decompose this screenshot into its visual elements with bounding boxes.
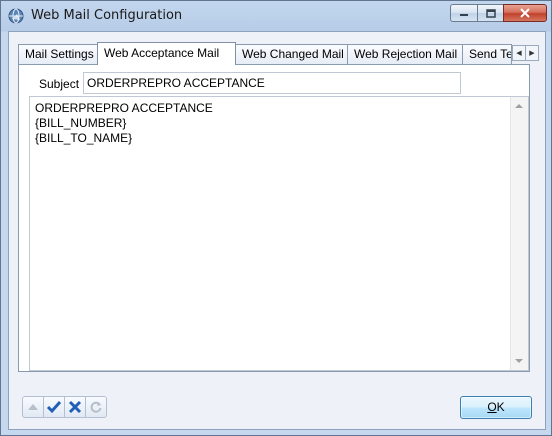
close-icon [520, 8, 530, 18]
accept-button[interactable] [43, 396, 65, 418]
record-toolbar [22, 396, 107, 418]
scroll-down-icon[interactable] [515, 359, 523, 363]
tab-strip: Mail Settings Web Acceptance Mail Web Ch… [18, 42, 539, 65]
arrow-left-icon: ◀ [516, 50, 522, 57]
minimize-button[interactable] [450, 4, 477, 22]
minimize-icon [460, 14, 468, 16]
subject-input[interactable]: ORDERPREPRO ACCEPTANCE [83, 72, 461, 94]
title-bar[interactable]: Web Mail Configuration [1, 1, 551, 31]
checkmark-icon [46, 401, 62, 414]
tab-scroll-right-button[interactable]: ▶ [525, 45, 539, 61]
tab-web-acceptance-mail[interactable]: Web Acceptance Mail [97, 42, 236, 65]
app-globe-icon [8, 8, 24, 24]
tab-send-test[interactable]: Send Te [462, 44, 512, 64]
tab-scroll-left-button[interactable]: ◀ [512, 45, 526, 61]
bottom-toolbar: OK [9, 372, 545, 429]
window-title: Web Mail Configuration [31, 8, 183, 23]
tab-web-rejection-mail[interactable]: Web Rejection Mail [347, 44, 463, 64]
x-cross-icon [68, 400, 82, 414]
vertical-scrollbar[interactable] [510, 97, 528, 370]
ok-mnemonic: O [487, 400, 497, 414]
body-line: ORDERPREPRO ACCEPTANCE [35, 101, 213, 115]
maximize-icon [485, 8, 496, 18]
maximize-button[interactable] [477, 4, 503, 22]
close-button[interactable] [503, 4, 547, 22]
window-controls [450, 4, 547, 22]
dialog-client-area: Mail Settings Web Acceptance Mail Web Ch… [8, 31, 546, 430]
subject-label: Subject [39, 77, 80, 91]
main-window: Web Mail Configuration Mail Settings Web… [0, 0, 552, 436]
tab-panel-web-acceptance-mail: Subject ORDERPREPRO ACCEPTANCE ORDERPREP… [18, 64, 530, 372]
ok-button[interactable]: OK [460, 396, 532, 419]
scroll-up-icon[interactable] [515, 104, 523, 108]
body-line: {BILL_TO_NAME} [35, 131, 133, 145]
ok-label-rest: K [496, 400, 505, 414]
tab-web-changed-mail[interactable]: Web Changed Mail [235, 44, 348, 64]
up-arrow-icon [28, 404, 38, 410]
move-up-button[interactable] [22, 396, 44, 418]
mail-body-textarea[interactable]: ORDERPREPRO ACCEPTANCE {BILL_NUMBER} {BI… [29, 96, 529, 371]
cancel-button[interactable] [64, 396, 86, 418]
arrow-right-icon: ▶ [529, 50, 535, 57]
refresh-icon [90, 401, 102, 413]
body-line: {BILL_NUMBER} [35, 116, 127, 130]
mail-body-content: ORDERPREPRO ACCEPTANCE {BILL_NUMBER} {BI… [35, 101, 213, 146]
tab-mail-settings[interactable]: Mail Settings [18, 44, 98, 64]
refresh-button[interactable] [85, 396, 107, 418]
